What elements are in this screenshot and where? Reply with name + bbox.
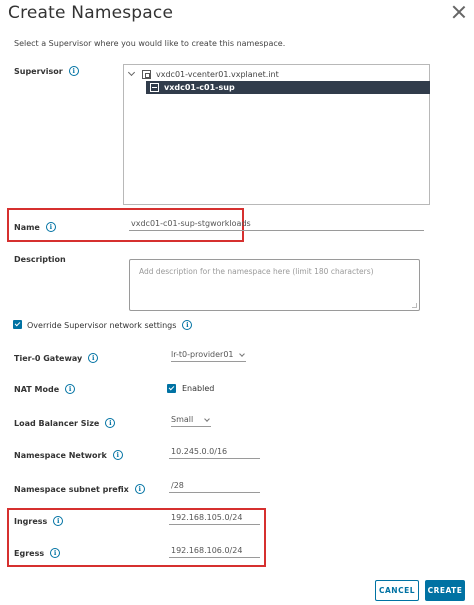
create-button[interactable]: CREATE: [425, 580, 465, 601]
chevron-down-icon: [238, 351, 245, 357]
info-icon[interactable]: i: [50, 548, 61, 558]
info-icon[interactable]: i: [105, 418, 116, 428]
ingress-label: Ingress: [14, 516, 48, 526]
ns-network-label-row: Namespace Network i: [14, 450, 123, 460]
info-icon[interactable]: i: [182, 320, 193, 330]
egress-input[interactable]: 192.168.106.0/24: [169, 544, 260, 558]
supervisor-tree: vxdc01-vcenter01.vxplanet.int vxdc01-c01…: [123, 64, 430, 205]
name-label: Name: [14, 222, 40, 232]
ingress-label-row: Ingress i: [14, 516, 64, 526]
subnet-prefix-input[interactable]: /28: [169, 479, 260, 493]
tier0-label-row: Tier-0 Gateway i: [14, 353, 99, 363]
nat-label-row: NAT Mode i: [14, 384, 76, 394]
info-icon[interactable]: i: [45, 222, 56, 232]
egress-label-row: Egress i: [14, 548, 61, 558]
close-icon[interactable]: [452, 5, 466, 19]
tree-node-supervisor-selected[interactable]: vxdc01-c01-sup: [146, 81, 430, 94]
supervisor-label-row: Supervisor i: [14, 66, 79, 76]
info-icon[interactable]: i: [112, 450, 123, 460]
tree-node-vcenter-label: vxdc01-vcenter01.vxplanet.int: [156, 69, 279, 79]
lb-size-label: Load Balancer Size: [14, 418, 100, 428]
supervisor-label: Supervisor: [14, 66, 63, 76]
name-input[interactable]: vxdc01-c01-sup-stgworkloads: [129, 217, 424, 231]
description-placeholder: Add description for the namespace here (…: [139, 267, 374, 276]
lb-size-label-row: Load Balancer Size i: [14, 418, 116, 428]
chevron-down-icon: [204, 416, 210, 422]
cancel-button[interactable]: CANCEL: [375, 580, 419, 601]
tier0-label: Tier-0 Gateway: [14, 353, 83, 363]
tree-node-vcenter[interactable]: vxdc01-vcenter01.vxplanet.int: [128, 68, 279, 80]
tier0-select[interactable]: lr-t0-provider01: [171, 350, 246, 362]
override-label: Override Supervisor network settings: [27, 320, 177, 330]
override-label-row: Override Supervisor network settings i: [27, 320, 193, 330]
resize-grip-icon[interactable]: [412, 303, 417, 308]
description-textarea[interactable]: Add description for the namespace here (…: [129, 259, 420, 311]
nat-checkbox[interactable]: [167, 384, 176, 393]
ns-network-label: Namespace Network: [14, 450, 107, 460]
info-icon[interactable]: i: [68, 66, 79, 76]
cluster-icon: [150, 83, 159, 92]
info-icon[interactable]: i: [88, 353, 99, 363]
nat-checkbox-label: Enabled: [182, 384, 215, 393]
lb-size-select[interactable]: Small: [171, 415, 211, 427]
tier0-select-value: lr-t0-provider01: [171, 350, 234, 359]
name-label-row: Name i: [14, 222, 56, 232]
chevron-down-icon[interactable]: [128, 70, 136, 78]
description-label: Description: [14, 255, 66, 264]
ns-network-input[interactable]: 10.245.0.0/16: [169, 445, 260, 459]
lb-size-select-value: Small: [171, 415, 194, 424]
description-label-row: Description: [14, 255, 66, 264]
info-icon[interactable]: i: [65, 384, 76, 394]
dialog-subtitle: Select a Supervisor where you would like…: [14, 39, 286, 48]
egress-label: Egress: [14, 548, 45, 558]
info-icon[interactable]: i: [134, 484, 145, 494]
dialog-title: Create Namespace: [8, 3, 174, 23]
override-checkbox[interactable]: [13, 320, 22, 329]
vcenter-icon: [142, 69, 151, 79]
nat-label: NAT Mode: [14, 384, 60, 394]
tree-node-supervisor-label: vxdc01-c01-sup: [164, 83, 235, 92]
subnet-prefix-label: Namespace subnet prefix: [14, 484, 129, 494]
subnet-prefix-label-row: Namespace subnet prefix i: [14, 484, 145, 494]
ingress-input[interactable]: 192.168.105.0/24: [169, 511, 260, 525]
info-icon[interactable]: i: [53, 516, 64, 526]
